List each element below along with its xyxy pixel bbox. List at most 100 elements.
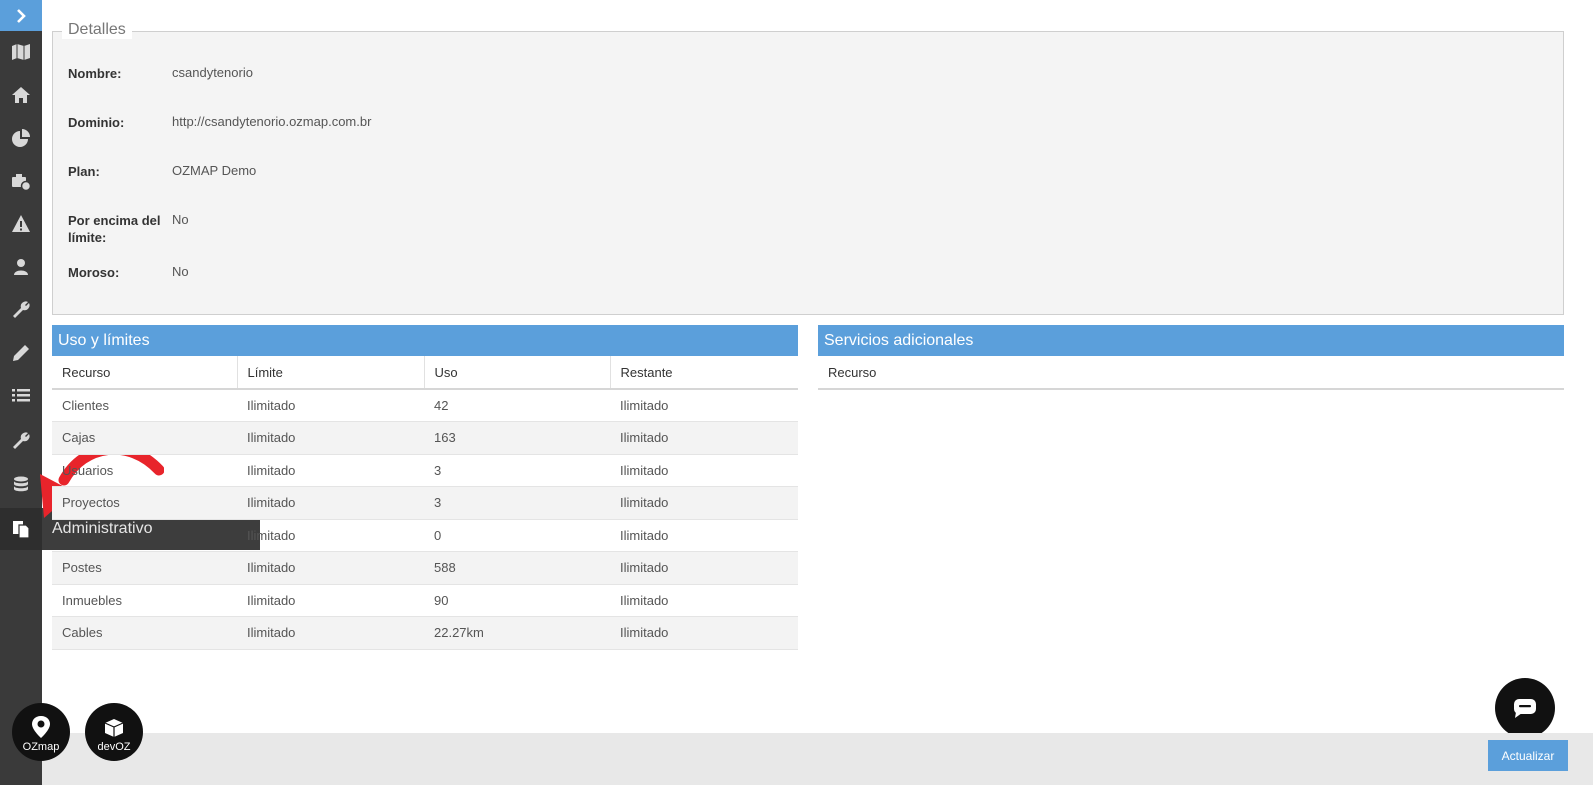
table-cell: Ilimitado [610, 584, 798, 617]
table-row: Ilimitado 0 Ilimitado [52, 519, 798, 552]
pie-chart-icon [12, 129, 30, 147]
column-header[interactable]: Recurso [52, 356, 238, 390]
table-row: Postes Ilimitado 588 Ilimitado [52, 551, 798, 585]
details-legend: Detalles [62, 21, 132, 39]
table-cell: Ilimitado [237, 454, 424, 487]
table-cell: 90 [424, 584, 610, 617]
sidebar-item-administrativo[interactable] [0, 508, 42, 550]
table-cell: Proyectos [52, 486, 237, 520]
sidebar-item-settings[interactable] [0, 289, 42, 331]
sidebar-toggle-button[interactable] [0, 0, 42, 31]
chat-icon [1514, 699, 1536, 718]
table-cell: 42 [424, 389, 610, 422]
usage-panel-title: Uso y límites [52, 325, 798, 356]
sidebar-item-list[interactable] [0, 375, 42, 417]
services-table-header: Recurso [818, 356, 1564, 390]
home-icon [12, 87, 30, 103]
devoz-logo-text: devOZ [97, 741, 131, 753]
table-row: Cajas Ilimitado 163 Ilimitado [52, 421, 798, 455]
usage-table-header: Recurso Límite Uso Restante [52, 356, 798, 390]
box-icon [104, 719, 124, 737]
sidebar-item-maintenance[interactable] [0, 420, 42, 462]
table-cell: Cajas [52, 421, 237, 455]
footer-bar [42, 733, 1593, 785]
table-cell: Ilimitado [610, 551, 798, 585]
sidebar-item-home[interactable] [0, 74, 42, 116]
table-cell: 3 [424, 486, 610, 520]
services-panel-title: Servicios adicionales [818, 325, 1564, 356]
user-icon [14, 259, 28, 275]
chat-button[interactable] [1495, 678, 1555, 738]
table-cell: 163 [424, 421, 610, 455]
ozmap-logo-text: OZmap [22, 741, 60, 753]
table-row: Usuarios Ilimitado 3 Ilimitado [52, 454, 798, 487]
table-cell: Ilimitado [610, 389, 798, 422]
chevron-right-icon [17, 8, 26, 23]
details-label: Por encima del límite: [68, 213, 161, 245]
map-icon [12, 44, 30, 60]
table-row: Cables Ilimitado 22.27km Ilimitado [52, 616, 798, 650]
sidebar-item-users[interactable] [0, 246, 42, 288]
documents-icon [13, 521, 30, 539]
details-value: http://csandytenorio.ozmap.com.br [172, 114, 372, 129]
details-fieldset [52, 31, 1564, 315]
column-header[interactable]: Restante [610, 356, 798, 390]
details-value: csandytenorio [172, 65, 253, 80]
table-cell: Ilimitado [610, 486, 798, 520]
services-table: Recurso [818, 356, 1564, 390]
usage-table: Recurso Límite Uso Restante Clientes Ili… [52, 356, 798, 650]
sidebar-item-edit[interactable] [0, 332, 42, 374]
table-cell: Ilimitado [610, 519, 798, 552]
sidebar-item-reports[interactable] [0, 117, 42, 159]
table-cell: 3 [424, 454, 610, 487]
table-cell: Clientes [52, 389, 237, 422]
table-row: Clientes Ilimitado 42 Ilimitado [52, 389, 798, 422]
database-icon [14, 476, 28, 492]
update-button[interactable]: Actualizar [1488, 740, 1568, 771]
column-header[interactable]: Uso [424, 356, 611, 390]
table-cell: Postes [52, 551, 237, 585]
wrench-icon [13, 432, 30, 449]
column-header[interactable]: Límite [237, 356, 425, 390]
warning-icon [12, 215, 30, 232]
table-cell: Ilimitado [610, 421, 798, 455]
table-cell: Ilimitado [237, 551, 424, 585]
table-cell: Ilimitado [237, 421, 424, 455]
table-cell: Ilimitado [237, 519, 424, 552]
ozmap-logo[interactable]: OZmap [12, 703, 70, 761]
sidebar-item-map[interactable] [0, 31, 42, 73]
table-cell: 0 [424, 519, 610, 552]
sidebar [0, 0, 42, 785]
details-value: OZMAP Demo [172, 163, 257, 178]
pencil-icon [13, 345, 29, 361]
details-value: No [172, 212, 189, 227]
table-cell: Ilimitado [237, 584, 424, 617]
table-cell: Usuarios [52, 454, 237, 487]
details-label: Plan: [68, 164, 100, 179]
table-row: Proyectos Ilimitado 3 Ilimitado [52, 486, 798, 520]
table-row: Inmuebles Ilimitado 90 Ilimitado [52, 584, 798, 617]
details-value: No [172, 264, 189, 279]
sidebar-item-database[interactable] [0, 464, 42, 506]
devoz-logo[interactable]: devOZ [85, 703, 143, 761]
table-cell: 22.27km [424, 616, 610, 650]
column-header[interactable]: Recurso [818, 356, 1564, 390]
sidebar-item-tools[interactable] [0, 160, 42, 202]
table-cell: Ilimitado [237, 389, 424, 422]
table-cell: Ilimitado [237, 616, 424, 650]
wrench-icon [13, 301, 30, 318]
details-label: Moroso: [68, 265, 120, 280]
table-cell: Ilimitado [237, 486, 424, 520]
table-cell: Inmuebles [52, 584, 237, 617]
list-icon [12, 389, 30, 402]
table-cell: Ilimitado [610, 454, 798, 487]
sidebar-item-alerts[interactable] [0, 203, 42, 245]
table-cell: Cables [52, 616, 237, 650]
table-cell: 588 [424, 551, 610, 585]
details-label: Nombre: [68, 66, 122, 81]
table-cell: Ilimitado [610, 616, 798, 650]
map-pin-icon [32, 716, 50, 738]
toolbox-clock-icon [12, 174, 31, 191]
details-label: Dominio: [68, 115, 125, 130]
table-cell [52, 519, 237, 552]
